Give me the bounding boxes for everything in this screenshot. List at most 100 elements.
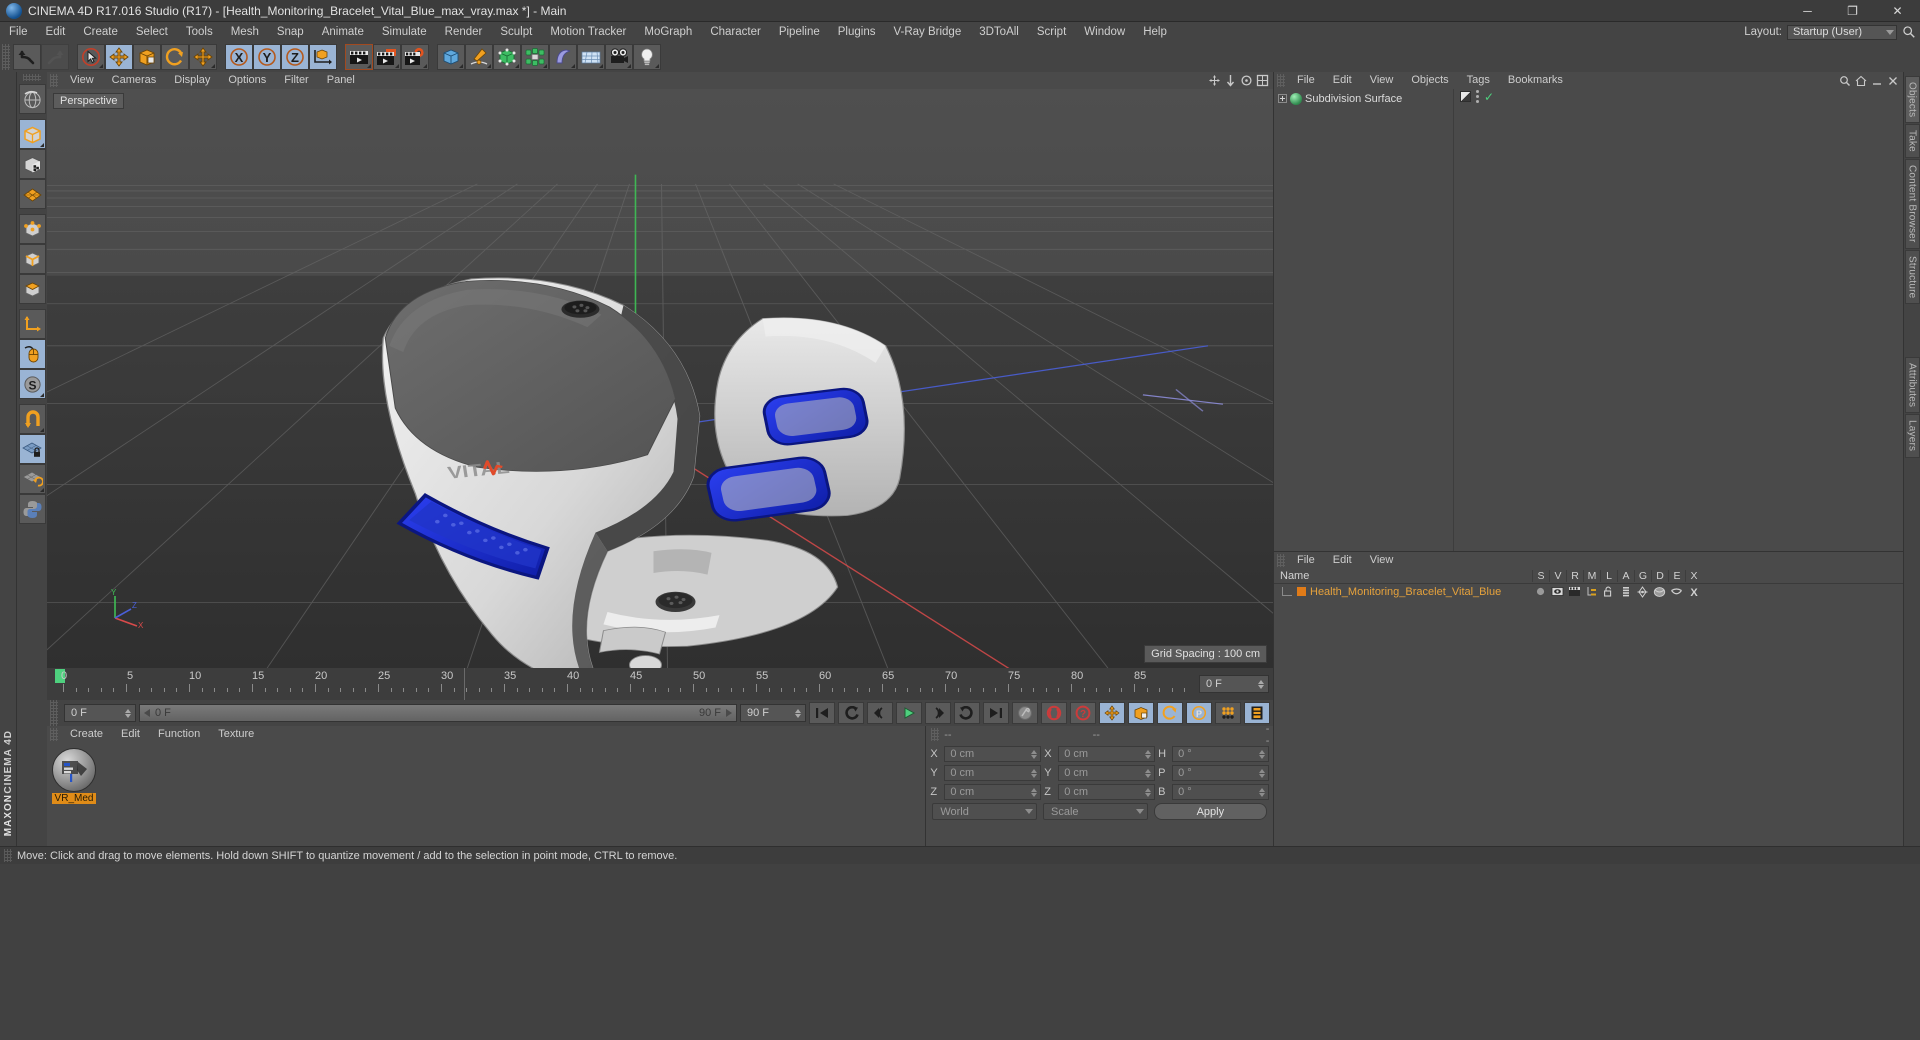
layer-cell-x[interactable]: X [1685, 586, 1702, 598]
add-cube-button[interactable] [437, 44, 465, 70]
menu-window[interactable]: Window [1075, 22, 1134, 42]
rotation-p-field[interactable]: 0 ° [1172, 765, 1269, 781]
object-axis-button[interactable] [18, 309, 46, 339]
phong-tag-icon[interactable] [1460, 91, 1471, 102]
object-manager-grip[interactable] [1277, 74, 1285, 87]
viewport-menu-cameras[interactable]: Cameras [103, 72, 166, 89]
edges-mode-button[interactable] [18, 244, 46, 274]
zoom-view-icon[interactable] [1224, 74, 1237, 87]
size-mode-dropdown[interactable]: Scale [1043, 803, 1148, 820]
layer-color-swatch[interactable] [1297, 587, 1306, 596]
add-mograph-button[interactable] [521, 44, 549, 70]
spinner-icon[interactable] [1031, 749, 1038, 759]
tab-attributes[interactable]: Attributes [1904, 357, 1920, 414]
menu-render[interactable]: Render [436, 22, 492, 42]
rotation-key-button[interactable] [1157, 702, 1183, 724]
size-y-field[interactable]: 0 cm [1058, 765, 1156, 781]
layer-cell-g[interactable] [1634, 585, 1651, 598]
object-menu-edit[interactable]: Edit [1324, 72, 1361, 89]
spinner-icon[interactable] [1259, 787, 1266, 797]
minimize-button[interactable]: ─ [1785, 0, 1830, 22]
menu-help[interactable]: Help [1134, 22, 1176, 42]
spinner-icon[interactable] [1259, 768, 1266, 778]
redo-button[interactable] [41, 44, 69, 70]
layer-cell-r[interactable] [1566, 586, 1583, 597]
layer-manager-grip[interactable] [1277, 554, 1285, 567]
layer-menu-edit[interactable]: Edit [1324, 552, 1361, 569]
lock-x-axis-button[interactable]: X [225, 44, 253, 70]
layout-dropdown[interactable]: Startup (User) [1787, 24, 1897, 40]
add-spline-button[interactable] [465, 44, 493, 70]
layer-col-d[interactable]: D [1651, 570, 1668, 582]
texture-mode-button[interactable] [18, 149, 46, 179]
home-icon[interactable] [1855, 75, 1867, 87]
visible-check-icon[interactable]: ✓ [1484, 90, 1494, 104]
menu-snap[interactable]: Snap [268, 22, 313, 42]
viewport-menu-view[interactable]: View [61, 72, 103, 89]
object-menu-bookmarks[interactable]: Bookmarks [1499, 72, 1572, 89]
maximize-button[interactable]: ❐ [1830, 0, 1875, 22]
points-mode-button[interactable] [18, 214, 46, 244]
tab-layers[interactable]: Layers [1904, 414, 1920, 458]
go-to-next-key-button[interactable] [954, 702, 980, 724]
viewport-menu-grip[interactable] [50, 74, 58, 87]
undo-view-button[interactable] [18, 84, 46, 114]
model-mode-button[interactable] [18, 119, 46, 149]
spinner-icon[interactable] [795, 708, 803, 718]
menu-mograph[interactable]: MoGraph [635, 22, 701, 42]
menu-plugins[interactable]: Plugins [829, 22, 885, 42]
timeline-ruler[interactable]: 0 5 10 15 20 25 30 35 40 45 50 55 60 65 … [47, 668, 1195, 700]
material-manager-grip[interactable] [50, 728, 58, 741]
autokeying-button[interactable] [1041, 702, 1067, 724]
transport-grip[interactable] [50, 700, 58, 726]
layer-col-e[interactable]: E [1668, 570, 1685, 582]
spinner-icon[interactable] [1258, 679, 1266, 689]
move-axis-button[interactable] [189, 44, 217, 70]
menu-tools[interactable]: Tools [177, 22, 222, 42]
layer-cell-v[interactable] [1549, 586, 1566, 597]
viewport-solo-button[interactable] [18, 339, 46, 369]
position-key-button[interactable] [1099, 702, 1125, 724]
layer-col-a[interactable]: A [1617, 570, 1634, 582]
keyframe-selection-button[interactable]: ? [1070, 702, 1096, 724]
spinner-icon[interactable] [1145, 787, 1152, 797]
menu-sculpt[interactable]: Sculpt [491, 22, 541, 42]
expand-icon[interactable] [1278, 94, 1287, 103]
layer-col-g[interactable]: G [1634, 570, 1651, 582]
table-row[interactable]: Health_Monitoring_Bracelet_Vital_Blue X [1274, 584, 1903, 599]
go-to-previous-key-button[interactable] [838, 702, 864, 724]
add-deformer-button[interactable] [549, 44, 577, 70]
enable-snap-button[interactable]: S [18, 369, 46, 399]
size-x-field[interactable]: 0 cm [1058, 746, 1156, 762]
timeline-frame-field[interactable]: 0 F [1199, 675, 1269, 693]
menu-animate[interactable]: Animate [313, 22, 373, 42]
point-level-animation-button[interactable] [1215, 702, 1241, 724]
tab-take[interactable]: Take [1904, 124, 1920, 159]
go-to-start-button[interactable] [809, 702, 835, 724]
add-light-button[interactable] [633, 44, 661, 70]
menu-file[interactable]: File [0, 22, 37, 42]
spinner-icon[interactable] [1259, 749, 1266, 759]
coordinates-grip[interactable] [931, 728, 940, 741]
size-z-field[interactable]: 0 cm [1058, 784, 1156, 800]
rotation-h-field[interactable]: 0 ° [1172, 746, 1269, 762]
layer-col-l[interactable]: L [1600, 570, 1617, 582]
rotate-tool-button[interactable] [161, 44, 189, 70]
menu-simulate[interactable]: Simulate [373, 22, 436, 42]
spinner-icon[interactable] [1145, 749, 1152, 759]
layer-cell-s[interactable] [1532, 586, 1549, 597]
layer-cell-a[interactable] [1617, 586, 1634, 597]
layer-menu-view[interactable]: View [1361, 552, 1403, 569]
material-menu-edit[interactable]: Edit [112, 726, 149, 743]
spinner-icon[interactable] [1031, 768, 1038, 778]
render-settings-button[interactable] [401, 44, 429, 70]
menu-edit[interactable]: Edit [37, 22, 75, 42]
minimize-panel-icon[interactable] [1871, 75, 1883, 87]
tab-structure[interactable]: Structure [1904, 249, 1920, 305]
timeline-view-button[interactable] [1244, 702, 1270, 724]
viewport-menu-filter[interactable]: Filter [275, 72, 317, 89]
magnet-button[interactable] [18, 404, 46, 434]
object-menu-tags[interactable]: Tags [1458, 72, 1499, 89]
undo-button[interactable] [13, 44, 41, 70]
search-icon[interactable] [1839, 75, 1851, 87]
